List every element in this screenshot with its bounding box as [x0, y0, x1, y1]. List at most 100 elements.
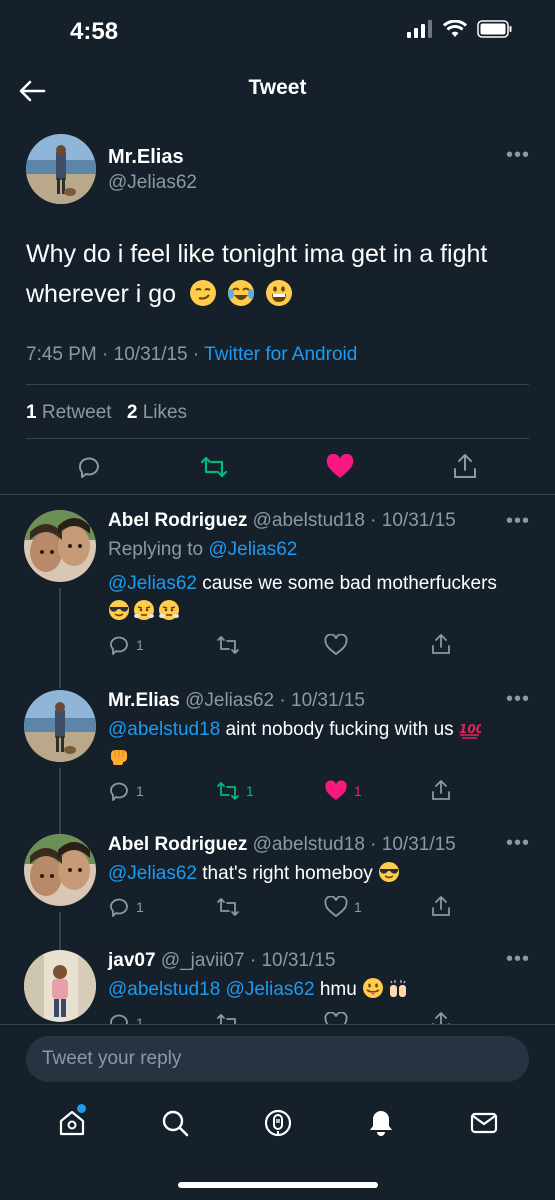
reply-date: 10/31/15 [381, 510, 456, 531]
tab-notifications[interactable] [366, 1108, 396, 1143]
divider [0, 1024, 555, 1025]
retweet-button[interactable] [216, 896, 240, 918]
retweet-icon [217, 898, 239, 916]
retweet-icon [200, 456, 228, 478]
thread-line [59, 588, 61, 674]
retweet-count: 1 [246, 783, 254, 799]
share-button[interactable] [430, 1010, 452, 1024]
mention-link[interactable]: @abelstud18 @Jelias62 [108, 979, 315, 1000]
share-button[interactable] [452, 452, 478, 480]
likes-label[interactable]: Likes [143, 402, 187, 423]
like-button[interactable] [324, 634, 348, 656]
retweet-icon [217, 1014, 236, 1024]
tongue-emoji-icon [363, 978, 384, 998]
replying-to: Replying to @Jelias62 [108, 536, 538, 564]
reply-button[interactable]: 1 [108, 634, 144, 656]
search-icon [162, 1110, 188, 1136]
author-handle[interactable]: @abelstud18 [253, 510, 365, 531]
author-name[interactable]: Mr.Elias [108, 146, 184, 169]
heart-icon [324, 896, 348, 918]
share-icon [432, 896, 450, 916]
tab-search[interactable] [160, 1108, 190, 1143]
more-options-button[interactable]: ••• [506, 510, 530, 533]
mention-link[interactable]: @Jelias62 [108, 573, 197, 594]
replying-to-label: Replying to [108, 539, 204, 560]
reply-date: 10/31/15 [261, 950, 336, 971]
reply-compose-input[interactable]: Tweet your reply [26, 1036, 529, 1082]
mention-link[interactable]: @Jelias62 [108, 863, 197, 884]
share-button[interactable] [430, 632, 452, 656]
avatar[interactable] [24, 690, 96, 762]
reply-button[interactable]: 1 [108, 896, 144, 918]
tab-messages[interactable] [469, 1108, 499, 1143]
spaces-icon [264, 1109, 291, 1136]
reply-tweet[interactable]: Abel Rodriguez @abelstud18 · 10/31/15 ••… [0, 494, 555, 674]
tab-home[interactable] [57, 1103, 87, 1143]
retweet-button[interactable] [216, 634, 240, 656]
like-button[interactable]: 1 [324, 780, 362, 802]
author-handle[interactable]: @Jelias62 [108, 172, 197, 194]
replying-to-mention[interactable]: @Jelias62 [208, 539, 297, 560]
share-button[interactable] [430, 778, 452, 802]
reply-button[interactable] [76, 454, 102, 480]
nav-bar: Tweet [0, 64, 555, 116]
retweet-button[interactable] [216, 1012, 240, 1024]
like-button[interactable]: 1 [324, 896, 362, 918]
retweets-label[interactable]: Retweet [42, 402, 112, 423]
tab-spaces[interactable] [263, 1108, 293, 1143]
reply-tweet[interactable]: jav07 @_javii07 · 10/31/15 ••• @abelstud… [0, 944, 555, 1024]
divider [26, 384, 529, 385]
retweets-count[interactable]: 1 [26, 402, 37, 423]
author-name[interactable]: Mr.Elias [108, 690, 180, 711]
more-options-button[interactable]: ••• [506, 948, 530, 971]
reply-header: jav07 @_javii07 · 10/31/15 [108, 950, 336, 971]
reply-count: 1 [136, 1015, 144, 1024]
hundred-points-emoji-icon: 100 [459, 722, 481, 739]
retweet-button[interactable]: 1 [216, 780, 254, 802]
share-icon [432, 634, 450, 654]
heart-icon [324, 634, 348, 656]
tweet-source-link[interactable]: Twitter for Android [204, 344, 357, 365]
avatar[interactable] [24, 510, 96, 582]
avatar[interactable] [24, 950, 96, 1022]
author-name[interactable]: Abel Rodriguez [108, 510, 247, 531]
author-handle[interactable]: @abelstud18 [253, 834, 365, 855]
reply-count: 1 [136, 637, 144, 653]
reply-button[interactable]: 1 [108, 780, 144, 802]
avatar[interactable] [26, 134, 96, 204]
author-name[interactable]: jav07 [108, 950, 156, 971]
reply-header: Abel Rodriguez @abelstud18 · 10/31/15 [108, 510, 456, 531]
share-button[interactable] [430, 894, 452, 918]
mention-link[interactable]: @abelstud18 [108, 719, 220, 740]
more-options-button[interactable]: ••• [506, 832, 530, 855]
like-button[interactable] [326, 454, 354, 480]
reply-text: @Jelias62 that's right homeboy [108, 860, 538, 888]
notification-dot [76, 1103, 86, 1113]
reply-text-content: that's right homeboy [202, 863, 373, 884]
more-options-button[interactable]: ••• [506, 688, 530, 711]
reply-tweet[interactable]: Abel Rodriguez @abelstud18 · 10/31/15 ••… [0, 820, 555, 944]
grin-emoji-icon [265, 280, 292, 306]
reply-date: 10/31/15 [381, 834, 456, 855]
status-time: 4:58 [70, 18, 119, 45]
author-handle[interactable]: @Jelias62 [185, 690, 274, 711]
retweet-button[interactable] [200, 454, 228, 480]
reply-text-content: aint nobody fucking with us [225, 719, 454, 740]
reply-text-content: hmu [319, 979, 357, 1000]
reply-count: 1 [136, 899, 144, 915]
heart-filled-icon [326, 454, 354, 478]
author-handle[interactable]: @_javii07 [161, 950, 245, 971]
thread-line [59, 912, 61, 944]
reply-icon [110, 636, 128, 655]
reply-text: @abelstud18 @Jelias62 hmu [108, 976, 538, 1004]
share-icon [432, 1012, 450, 1024]
sunglasses-emoji-icon [379, 862, 400, 882]
like-button[interactable] [324, 1012, 348, 1024]
reply-button[interactable]: 1 [108, 1012, 144, 1024]
engagement-stats: 1 Retweet 2 Likes [26, 402, 187, 424]
reply-tweet[interactable]: Mr.Elias @Jelias62 · 10/31/15 ••• @abels… [0, 674, 555, 820]
avatar[interactable] [24, 834, 96, 906]
author-name[interactable]: Abel Rodriguez [108, 834, 247, 855]
likes-count[interactable]: 2 [127, 402, 138, 423]
more-options-button[interactable]: ••• [506, 144, 530, 167]
